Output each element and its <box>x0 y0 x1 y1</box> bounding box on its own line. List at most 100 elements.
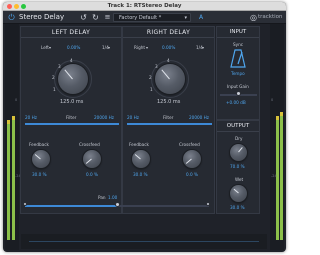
meter-bar-r <box>280 112 283 240</box>
chevron-down-icon: ▾ <box>49 45 52 50</box>
knob-pointer <box>85 158 92 164</box>
left-feedback-knob[interactable] <box>32 150 50 168</box>
right-crossfeed-knob[interactable] <box>183 150 201 168</box>
knob-scale-2: 2 <box>149 75 152 80</box>
left-sync-mode[interactable]: Left <box>41 45 49 50</box>
sync-value: Tempo <box>231 71 245 76</box>
chevron-down-icon: ▾ <box>184 15 187 21</box>
left-feedback-value: 30.0 % <box>32 172 47 177</box>
right-sync-mode[interactable]: Right <box>134 45 145 50</box>
title-bar: Track 1: RTStereo Delay <box>3 2 286 11</box>
knob-scale-1: 1 <box>53 87 56 92</box>
chevron-down-icon: ▾ <box>108 45 111 50</box>
redo-icon[interactable]: ↻ <box>91 11 100 24</box>
right-crossfeed-value: 0.0 % <box>186 172 198 177</box>
knob-pointer <box>185 158 192 164</box>
output-meter: 0 -24 <box>270 24 284 250</box>
left-crossfeed-knob[interactable] <box>83 150 101 168</box>
brand-logo-icon: ◎ <box>250 13 257 22</box>
meter-bar-l <box>276 116 279 240</box>
waveform-line <box>29 241 259 242</box>
pan-label: Pan <box>98 195 106 200</box>
pan-right-end <box>206 202 210 206</box>
left-time-value: 125.0 ms <box>60 99 84 105</box>
meter-scale-24: -24 <box>271 174 277 178</box>
meter-peak-l <box>7 120 10 124</box>
input-meter: 0 -24 <box>5 24 21 250</box>
window-title: Track 1: RTStereo Delay <box>107 3 182 9</box>
right-filter-high[interactable]: 20000 Hz <box>189 115 209 120</box>
meter-bar-r <box>12 116 15 240</box>
knob-scale-3: 3 <box>58 64 61 69</box>
input-gain-value: +0.00 dB <box>226 100 246 105</box>
chevron-down-icon: ▾ <box>146 45 149 50</box>
pan-value: 1.00 <box>108 195 118 200</box>
input-panel: INPUT Sync Tempo Input Gain +0.00 dB <box>216 26 260 120</box>
meter-peak-r <box>12 116 15 120</box>
left-feedback-label: Feedback <box>29 142 49 147</box>
undo-icon[interactable]: ↺ <box>79 11 88 24</box>
right-amount-value[interactable]: 0.00% <box>162 45 175 50</box>
meter-bar-l <box>7 120 10 240</box>
left-filter-high[interactable]: 20000 Hz <box>94 115 114 120</box>
brand-name: tracktion <box>258 14 283 20</box>
preset-name: Factory Default * <box>119 15 162 21</box>
knob-pointer <box>238 147 243 153</box>
output-title: OUTPUT <box>217 121 259 132</box>
plugin-window: Track 1: RTStereo Delay ⏻ Stereo Delay ↺… <box>3 2 286 252</box>
right-feedback-value: 30.0 % <box>133 172 148 177</box>
wet-label: Wet <box>235 177 244 182</box>
power-icon[interactable]: ⏻ <box>7 11 16 24</box>
metronome-icon[interactable] <box>229 49 247 68</box>
left-filter-low[interactable]: 20 Hz <box>25 115 37 120</box>
left-delay-panel: LEFT DELAY Left ▾ 0.00% 1/4 ▾ 1 2 3 4 12… <box>20 26 122 214</box>
right-filter-label: Filter <box>163 115 174 120</box>
chevron-down-icon: ▾ <box>202 45 205 50</box>
left-crossfeed-label: Crossfeed <box>79 142 100 147</box>
pan-left-end <box>23 202 27 206</box>
right-filter-low[interactable]: 20 Hz <box>127 115 139 120</box>
ab-compare-button[interactable]: A <box>199 11 203 24</box>
dry-label: Dry <box>235 136 243 141</box>
right-time-knob[interactable] <box>155 64 185 94</box>
input-gain-label: Input Gain <box>227 84 249 89</box>
knob-pointer <box>134 154 141 160</box>
sync-label: Sync <box>233 42 244 47</box>
input-gain-thumb[interactable] <box>236 91 241 96</box>
preset-selector[interactable]: Factory Default * ▾ <box>113 13 191 22</box>
output-panel: OUTPUT Dry 70.0 % Wet 30.0 % <box>216 120 260 214</box>
knob-scale-1: 1 <box>150 87 153 92</box>
left-amount-value[interactable]: 0.00% <box>67 45 80 50</box>
meter-scale-0: 0 <box>271 98 274 102</box>
pan-thumb[interactable] <box>115 202 120 207</box>
knob-pointer <box>161 69 170 80</box>
meter-peak-r <box>280 112 283 116</box>
knob-scale-3: 3 <box>155 64 158 69</box>
wet-value: 30.0 % <box>230 205 245 210</box>
meter-scale-0: 0 <box>15 98 18 102</box>
right-delay-title: RIGHT DELAY <box>123 27 214 38</box>
right-time-value: 125.0 ms <box>157 99 181 105</box>
status-strip <box>21 234 267 249</box>
knob-pointer <box>34 154 41 160</box>
knob-scale-4: 4 <box>70 58 73 63</box>
meter-peak-l <box>276 116 279 120</box>
right-feedback-knob[interactable] <box>132 150 150 168</box>
right-filter-fill <box>127 123 212 125</box>
input-title: INPUT <box>217 27 259 38</box>
menu-icon[interactable]: ≡ <box>103 11 112 24</box>
dry-knob[interactable] <box>230 144 247 161</box>
left-delay-title: LEFT DELAY <box>21 27 121 38</box>
dry-value: 70.0 % <box>230 164 245 169</box>
left-filter-label: Filter <box>66 115 77 120</box>
wet-knob[interactable] <box>230 185 247 202</box>
right-feedback-label: Feedback <box>129 142 149 147</box>
left-crossfeed-value: 0.0 % <box>86 172 98 177</box>
knob-pointer <box>233 188 239 194</box>
pan-fill <box>25 205 117 207</box>
knob-scale-4: 4 <box>167 58 170 63</box>
knob-pointer <box>64 69 73 80</box>
plugin-name: Stereo Delay <box>19 13 65 21</box>
left-time-knob[interactable] <box>58 64 88 94</box>
knob-scale-2: 2 <box>52 75 55 80</box>
